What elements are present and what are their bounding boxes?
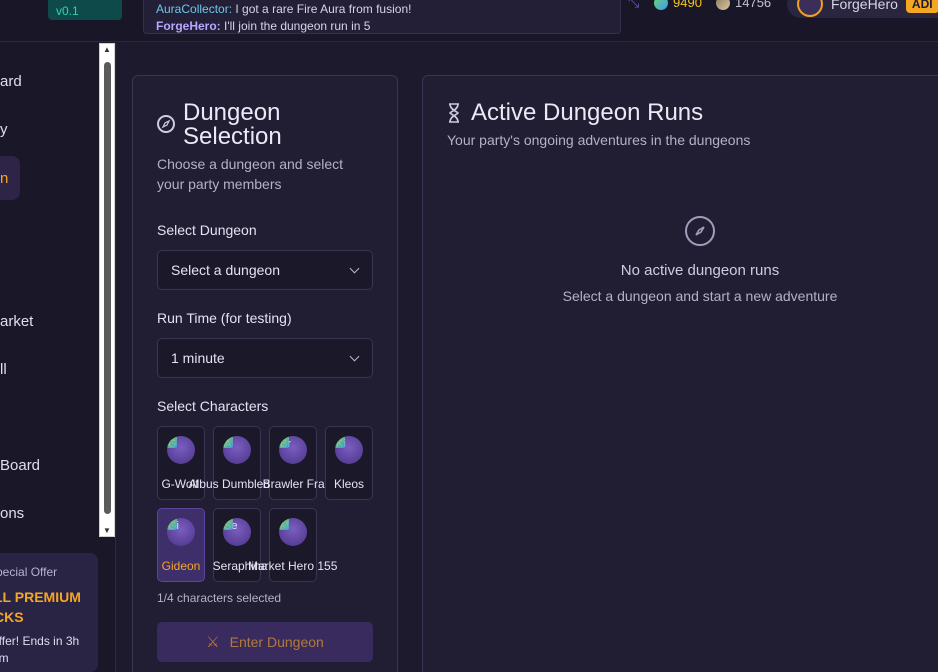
sidebar-item-label: ard: [0, 72, 22, 90]
character-card-gideon[interactable]: Gi Gideon: [157, 508, 205, 582]
runs-header: Active Dungeon Runs: [447, 101, 703, 125]
sidebar-item-label: y: [0, 120, 8, 138]
select-characters-label: Select Characters: [157, 398, 269, 414]
empty-state-title: No active dungeon runs: [620, 262, 780, 279]
scrollbar-thumb[interactable]: [104, 62, 111, 514]
enter-dungeon-label: Enter Dungeon: [229, 634, 324, 650]
gem-amount: 14756: [735, 0, 772, 10]
sidebar-item-label: ons: [0, 504, 25, 522]
title-line: Dungeon: [183, 99, 281, 126]
sidebar-item-inventory[interactable]: y: [0, 109, 100, 149]
chat-text: I'll join the dungeon run in 5: [224, 19, 371, 33]
character-avatar: A: [223, 436, 251, 464]
dungeon-select[interactable]: Select a dungeon: [157, 250, 373, 290]
gem-counter: 14756: [716, 0, 771, 10]
crossed-swords-icon: ⚔: [206, 634, 220, 651]
sidebar-item-dungeon[interactable]: n: [0, 156, 20, 200]
character-card-kleos[interactable]: Ki Kleos: [325, 426, 373, 500]
offer-name-line: LL PREMIUM: [0, 589, 81, 605]
top-bar: v0.1 AuraCollector: I got a rare Fire Au…: [0, 0, 938, 42]
offer-desc-line: 5m: [0, 651, 9, 665]
character-avatar: Se: [223, 518, 251, 546]
subtitle-line: Choose a dungeon and select: [157, 156, 344, 172]
character-name: Kleos: [333, 477, 365, 491]
active-runs-panel: Active Dungeon Runs Your party's ongoing…: [422, 75, 938, 672]
chat-message: ForgeHero: I'll join the dungeon run in …: [156, 18, 608, 35]
character-card-albus[interactable]: A Albus Dumbledore: [189, 426, 287, 500]
offer-desc-line: offer! Ends in 3h: [0, 634, 80, 648]
gem-icon: [716, 0, 730, 10]
user-menu[interactable]: ForgeHero ADI: [787, 0, 938, 18]
scroll-up-arrow-icon[interactable]: ▲: [103, 45, 111, 54]
chat-box[interactable]: AuraCollector: I got a rare Fire Aura fr…: [143, 0, 621, 34]
runs-title: Active Dungeon Runs: [471, 99, 704, 126]
character-avatar: M: [279, 518, 307, 546]
chat-text: I got a rare Fire Aura from fusion!: [235, 2, 412, 16]
compass-icon: [685, 216, 715, 246]
chat-author: ForgeHero:: [156, 19, 221, 33]
avatar: [797, 0, 823, 17]
sidebar-item-label: n: [0, 169, 9, 187]
chevron-down-icon: [349, 263, 360, 273]
character-name: Market Hero 155: [248, 559, 338, 573]
admin-badge: ADI: [905, 0, 938, 13]
offer-title: pecial Offer: [0, 565, 58, 579]
run-time-value: 1 minute: [171, 350, 225, 366]
panel-subtitle: Choose a dungeon and select your party m…: [157, 154, 343, 194]
compass-icon: [157, 115, 175, 133]
selected-count: 1/4 characters selected: [157, 591, 282, 605]
version-badge: v0.1: [48, 0, 122, 20]
gold-counter: 9490: [654, 0, 702, 10]
sidebar-item-label: arket: [0, 312, 34, 330]
dungeon-selection-panel: Dungeon Selection Choose a dungeon and s…: [132, 75, 398, 672]
sidebar-item-leaderboard[interactable]: ard: [0, 61, 100, 101]
chat-message: AuraCollector: I got a rare Fire Aura fr…: [156, 1, 608, 18]
enter-dungeon-button[interactable]: ⚔ Enter Dungeon: [157, 622, 373, 662]
empty-state-subtitle: Select a dungeon and start a new adventu…: [562, 288, 838, 304]
offer-description: offer! Ends in 3h 5m: [0, 633, 98, 667]
offer-name: LL PREMIUM CKS: [0, 587, 98, 627]
sidebar-item-label: ll: [0, 360, 7, 378]
scroll-down-arrow-icon[interactable]: ▼: [103, 526, 111, 535]
sidebar-item-market[interactable]: arket: [0, 301, 100, 341]
title-line: Selection: [183, 123, 282, 150]
hourglass-icon: [447, 103, 461, 123]
coin-icon: [654, 0, 668, 10]
sidebar-item-label: Board: [0, 456, 41, 474]
sidebar-item-board[interactable]: Board: [0, 445, 100, 485]
character-card-brawler[interactable]: Br Brawler Frank: [263, 426, 337, 500]
run-time-label: Run Time (for testing): [157, 310, 292, 326]
expand-chat-icon[interactable]: ⤡: [628, 0, 639, 11]
select-dungeon-label: Select Dungeon: [157, 222, 257, 238]
page-title: Dungeon Selection: [183, 101, 282, 149]
character-avatar: Gi: [167, 518, 195, 546]
chevron-down-icon: [349, 351, 360, 361]
offer-name-line: CKS: [0, 609, 24, 625]
sidebar-scrollbar[interactable]: ▲ ▼: [99, 43, 115, 537]
character-avatar: Ki: [335, 436, 363, 464]
character-name: Gideon: [161, 559, 201, 573]
subtitle-line: your party members: [157, 176, 282, 192]
character-avatar: Br: [279, 436, 307, 464]
panel-header: Dungeon Selection: [157, 101, 282, 149]
gold-amount: 9490: [673, 0, 702, 10]
runs-subtitle: Your party's ongoing adventures in the d…: [447, 132, 751, 148]
sidebar-item-hall[interactable]: ll: [0, 349, 100, 389]
dungeon-select-value: Select a dungeon: [171, 262, 280, 278]
chat-author: AuraCollector:: [156, 2, 233, 16]
sidebar-item-options[interactable]: ons: [0, 493, 100, 533]
username: ForgeHero: [831, 0, 898, 12]
run-time-select[interactable]: 1 minute: [157, 338, 373, 378]
character-card-market-hero[interactable]: M Market Hero 155: [248, 508, 337, 582]
special-offer-card[interactable]: pecial Offer LL PREMIUM CKS offer! Ends …: [0, 553, 98, 672]
character-avatar: G: [167, 436, 195, 464]
